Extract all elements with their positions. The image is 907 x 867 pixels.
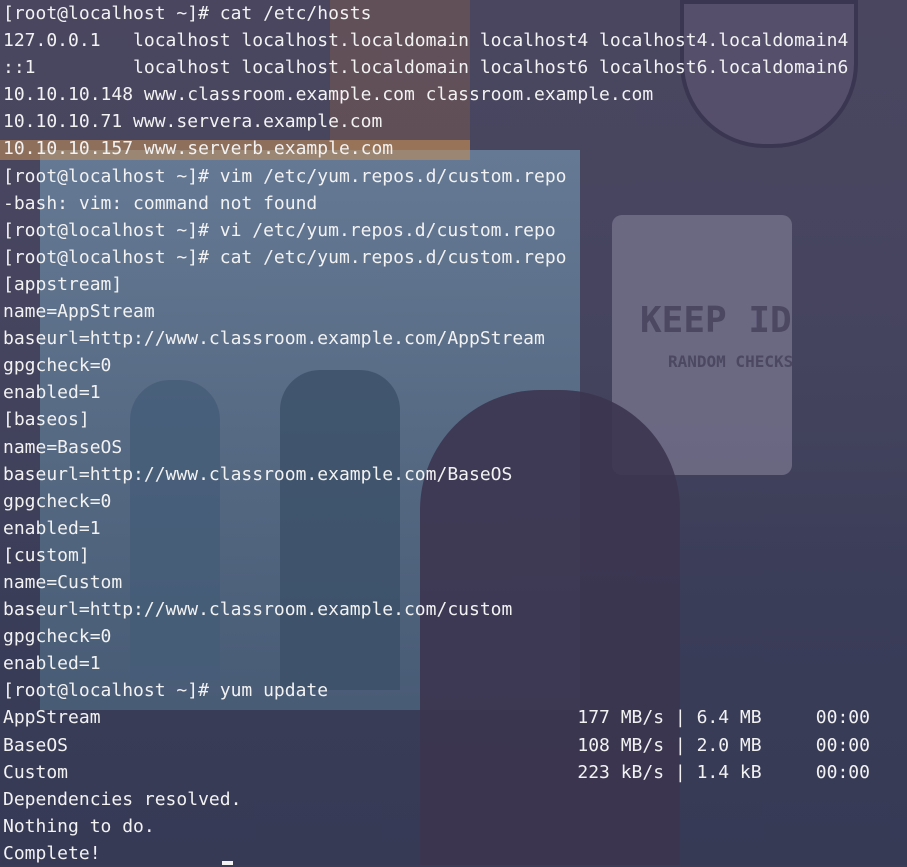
terminal-line: 10.10.10.157 www.serverb.example.com — [3, 138, 394, 160]
terminal-line: AppStream 177 MB/s | 6.4 MB 00:00 — [3, 707, 870, 729]
terminal-line: 10.10.10.71 www.servera.example.com — [3, 111, 383, 133]
terminal-line: [root@localhost ~]# vi /etc/yum.repos.d/… — [3, 219, 556, 241]
terminal-line: Complete! — [3, 842, 101, 864]
terminal-line: gpgcheck=0 — [3, 626, 112, 648]
terminal-line: baseurl=http://www.classroom.example.com… — [3, 599, 513, 621]
terminal-line: name=Custom — [3, 571, 123, 593]
terminal-line: Custom 223 kB/s | 1.4 kB 00:00 — [3, 761, 870, 783]
terminal-line: [root@localhost ~]# cat /etc/yum.repos.d… — [3, 246, 567, 268]
terminal-line: [appstream] — [3, 273, 123, 295]
terminal-line: [custom] — [3, 544, 90, 566]
terminal-line: enabled=1 — [3, 653, 101, 675]
terminal-line: name=AppStream — [3, 301, 155, 323]
terminal-line: 10.10.10.148 www.classroom.example.com c… — [3, 84, 654, 106]
terminal-line: baseurl=http://www.classroom.example.com… — [3, 328, 545, 350]
terminal-line: -bash: vim: command not found — [3, 192, 318, 214]
terminal-line: ::1 localhost localhost.localdomain loca… — [3, 57, 849, 79]
terminal-cursor — [222, 861, 233, 865]
terminal-line: name=BaseOS — [3, 436, 123, 458]
terminal-output[interactable]: [root@localhost ~]# cat /etc/hosts 127.0.… — [3, 0, 870, 867]
terminal-line: [root@localhost ~]# vim /etc/yum.repos.d… — [3, 165, 567, 187]
terminal-line: [baseos] — [3, 409, 90, 431]
terminal-line: Dependencies resolved. — [3, 788, 242, 810]
terminal-line: gpgcheck=0 — [3, 490, 112, 512]
terminal-line: [root@localhost ~]# cat /etc/hosts — [3, 3, 372, 24]
terminal-line: gpgcheck=0 — [3, 355, 112, 377]
terminal-line: BaseOS 108 MB/s | 2.0 MB 00:00 — [3, 734, 870, 756]
terminal-line: enabled=1 — [3, 517, 101, 539]
terminal-line: Nothing to do. — [3, 815, 155, 837]
terminal-line: 127.0.0.1 localhost localhost.localdomai… — [3, 30, 849, 52]
terminal-line: baseurl=http://www.classroom.example.com… — [3, 463, 513, 485]
terminal-line: enabled=1 — [3, 382, 101, 404]
terminal-line: [root@localhost ~]# yum update — [3, 680, 329, 702]
